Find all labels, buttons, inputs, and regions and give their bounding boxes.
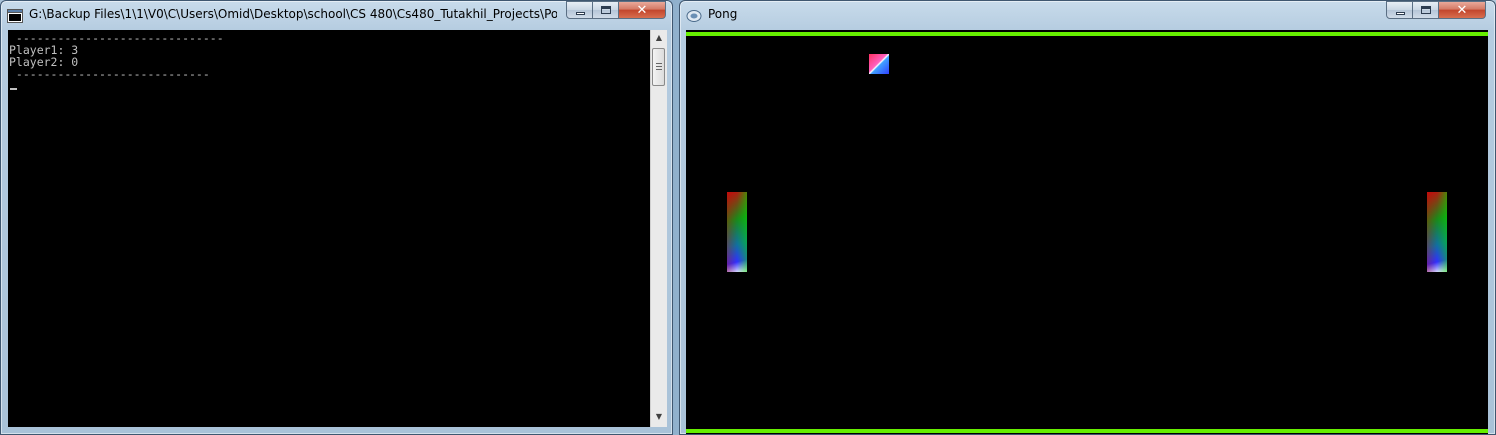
pong-window-title: Pong — [708, 7, 738, 21]
console-caption-buttons: ✕ — [566, 1, 666, 20]
pong-game-canvas[interactable] — [686, 30, 1488, 434]
minimize-icon — [576, 12, 585, 15]
close-icon: ✕ — [636, 3, 648, 18]
pong-titlebar[interactable]: Pong ✕ — [680, 1, 1495, 29]
pong-caption-buttons: ✕ — [1386, 1, 1486, 20]
pong-close-button[interactable]: ✕ — [1439, 1, 1486, 19]
console-window-title: G:\Backup Files\1\1\V0\C\Users\Omid\Desk… — [29, 7, 557, 21]
pong-app-icon — [686, 8, 702, 22]
right-paddle — [1427, 192, 1447, 272]
console-vertical-scrollbar[interactable]: ▲ ▼ — [650, 30, 667, 427]
console-titlebar[interactable]: G:\Backup Files\1\1\V0\C\Users\Omid\Desk… — [1, 1, 672, 29]
console-output-area[interactable]: ------------------------------ Player1: … — [8, 30, 650, 427]
bottom-wall — [686, 429, 1488, 433]
console-close-button[interactable]: ✕ — [619, 1, 666, 19]
maximize-icon — [601, 6, 611, 14]
maximize-icon — [1421, 6, 1431, 14]
console-line-separator-bottom: ---------------------------- — [9, 67, 210, 81]
left-paddle — [727, 192, 747, 272]
console-cursor — [10, 88, 17, 90]
scroll-down-icon[interactable]: ▼ — [651, 409, 667, 425]
grip-line-icon — [656, 63, 662, 64]
console-maximize-button[interactable] — [593, 1, 619, 19]
scrollbar-thumb[interactable] — [652, 48, 665, 86]
minimize-icon — [1396, 12, 1405, 15]
console-app-icon — [7, 8, 23, 23]
console-minimize-button[interactable] — [566, 1, 593, 19]
grip-line-icon — [656, 66, 662, 67]
close-icon: ✕ — [1456, 3, 1468, 18]
console-window: G:\Backup Files\1\1\V0\C\Users\Omid\Desk… — [0, 0, 673, 435]
scroll-up-icon[interactable]: ▲ — [651, 30, 667, 46]
pong-minimize-button[interactable] — [1386, 1, 1413, 19]
top-wall — [686, 32, 1488, 36]
grip-line-icon — [656, 69, 662, 70]
pong-ball — [869, 54, 889, 74]
pong-maximize-button[interactable] — [1413, 1, 1439, 19]
console-output: ------------------------------ Player1: … — [9, 32, 224, 80]
